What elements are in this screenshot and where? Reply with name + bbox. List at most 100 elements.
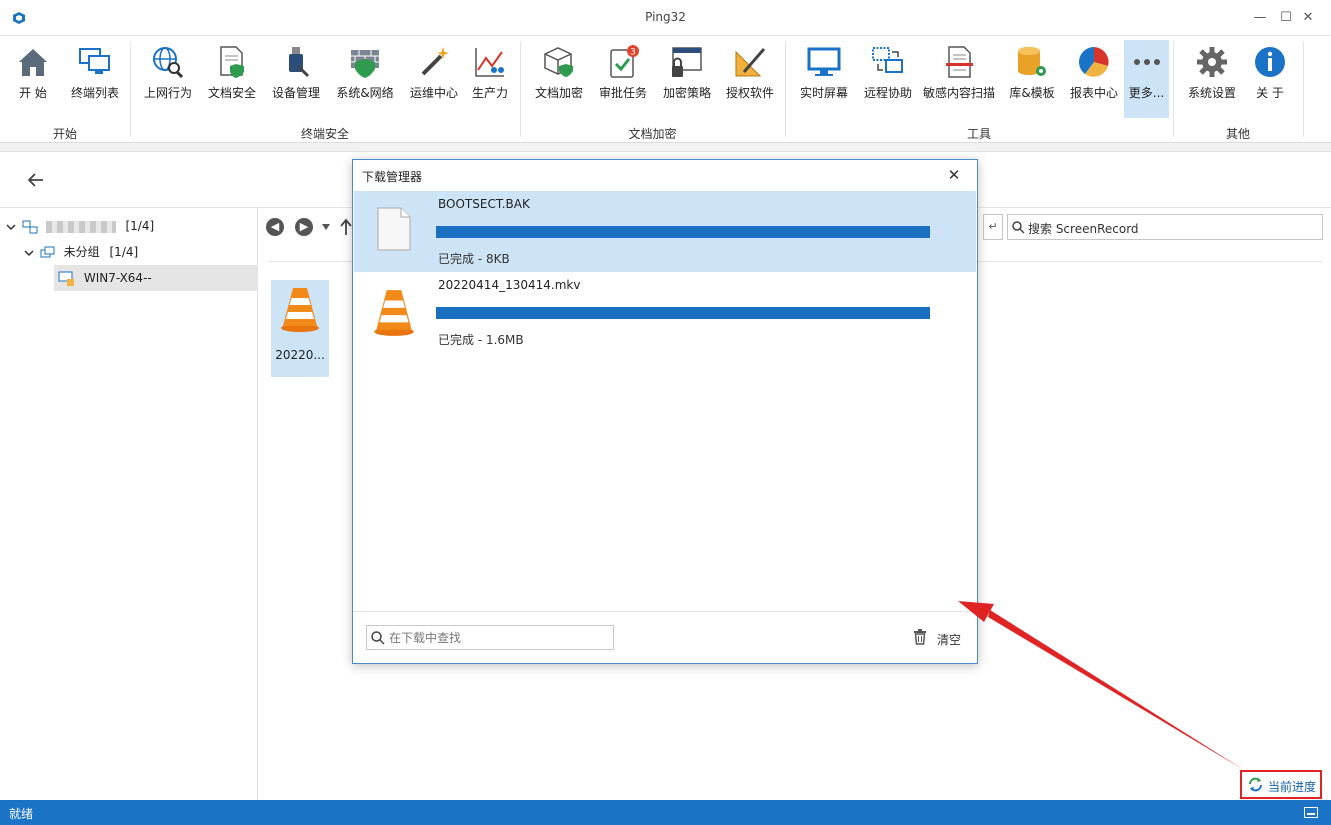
system-network-button[interactable]: 系统&网络: [334, 40, 396, 120]
remote-assist-button[interactable]: 远程协助: [860, 40, 916, 120]
chevron-down-icon[interactable]: [24, 248, 34, 258]
endpoint-list-label: 终端列表: [70, 86, 119, 100]
group-label-tools: 工具: [966, 127, 991, 141]
redacted-name: [45, 220, 116, 233]
authorized-software-label: 授权软件: [725, 86, 774, 100]
sync-icon: [1249, 777, 1262, 792]
download-item-name: 20220414_130414.mkv: [438, 278, 581, 292]
monitors-icon: [79, 48, 110, 74]
back-arrow-icon[interactable]: [26, 170, 46, 190]
start-label: 开 始: [19, 86, 47, 100]
system-network-label: 系统&网络: [336, 86, 394, 100]
current-progress-button[interactable]: 当前进度: [1240, 770, 1322, 799]
encrypt-policy-button[interactable]: 加密策略: [658, 40, 716, 120]
encrypt-policy-label: 加密策略: [662, 86, 711, 100]
globe-search-icon: [153, 47, 184, 79]
tree-computer-label: WIN7-X64--: [83, 271, 152, 285]
download-item-status: 已完成 - 8KB: [438, 252, 510, 266]
trash-icon: [914, 629, 926, 645]
pie-chart-icon: [1079, 47, 1109, 77]
ops-center-button[interactable]: 运维中心: [406, 40, 462, 120]
download-item-name: BOOTSECT.BAK: [438, 197, 530, 211]
search-icon: [1012, 221, 1025, 234]
more-button[interactable]: 更多...: [1124, 40, 1169, 118]
device-mgmt-button[interactable]: 设备管理: [268, 40, 324, 120]
productivity-button[interactable]: 生产力: [466, 40, 514, 120]
home-icon: [19, 49, 47, 76]
computer-icon: [58, 271, 74, 286]
group-label-start: 开始: [52, 127, 77, 141]
approval-label: 审批任务: [598, 86, 647, 100]
download-item[interactable]: 20220414_130414.mkv 已完成 - 1.6MB: [354, 272, 976, 353]
clipboard-check-icon: 3: [610, 45, 639, 78]
endpoint-list-button[interactable]: 终端列表: [64, 40, 126, 120]
line-chart-people-icon: [475, 48, 504, 77]
close-button[interactable]: ✕: [1296, 6, 1320, 30]
report-center-button[interactable]: 报表中心: [1064, 40, 1124, 120]
minimize-button[interactable]: —: [1248, 6, 1272, 30]
history-dropdown-icon[interactable]: [322, 224, 330, 230]
download-progress-bar: [436, 226, 930, 238]
library-template-label: 库&模板: [1009, 86, 1055, 100]
divider: [353, 611, 977, 612]
tree-group-ungrouped[interactable]: 未分组 [1/4]: [24, 239, 138, 265]
info-icon: [1255, 47, 1285, 77]
remote-desktop-icon: [872, 47, 903, 73]
browser-back-button[interactable]: ◀: [266, 218, 284, 236]
vlc-cone-icon: [281, 288, 319, 332]
sensitive-scan-label: 敏感内容扫描: [922, 86, 995, 100]
about-button[interactable]: 关 于: [1246, 40, 1294, 120]
start-button[interactable]: 开 始: [8, 40, 58, 120]
document-icon: [377, 207, 411, 251]
file-tile-recording[interactable]: 20220...: [271, 280, 329, 377]
more-dots-icon: [1133, 59, 1160, 65]
status-bar: 就绪: [0, 800, 1331, 825]
settings-button[interactable]: 系统设置: [1182, 40, 1242, 120]
download-item[interactable]: BOOTSECT.BAK 已完成 - 8KB: [354, 191, 976, 272]
notification-tray-icon[interactable]: [1304, 807, 1318, 818]
chevron-down-icon[interactable]: [6, 222, 16, 232]
group-label-doc-encryption: 文档加密: [628, 127, 677, 141]
download-progress-fill: [436, 226, 930, 238]
approval-button[interactable]: 3 审批任务: [596, 40, 650, 120]
document-shield-icon: [220, 46, 244, 78]
gear-icon: [1197, 47, 1227, 77]
sensitive-scan-button[interactable]: 敏感内容扫描: [920, 40, 998, 120]
file-search-label: 搜索 ScreenRecord: [1028, 222, 1139, 236]
tree-root-count: [1/4]: [125, 219, 155, 233]
ruler-pencil-icon: [735, 48, 766, 77]
file-search-box[interactable]: 搜索 ScreenRecord: [1007, 214, 1323, 240]
box-shield-icon: [544, 47, 573, 77]
more-label: 更多...: [1128, 86, 1165, 100]
web-behavior-button[interactable]: 上网行为: [140, 40, 196, 120]
file-tile-label: 20220...: [275, 348, 325, 362]
tree-root[interactable]: [1/4]: [6, 213, 154, 239]
dialog-close-button[interactable]: ✕: [945, 166, 963, 184]
group-separator: [520, 42, 521, 137]
group-separator: [785, 42, 786, 137]
network-icon: [22, 220, 38, 233]
browser-forward-button[interactable]: ▶: [295, 218, 313, 236]
refresh-button[interactable]: ↵: [983, 214, 1003, 240]
current-progress-label: 当前进度: [1268, 780, 1317, 794]
authorized-software-button[interactable]: 授权软件: [722, 40, 778, 120]
doc-security-label: 文档安全: [207, 86, 256, 100]
realtime-screen-label: 实时屏幕: [799, 86, 848, 100]
tree-computer-win7[interactable]: WIN7-X64--: [54, 265, 258, 291]
realtime-screen-button[interactable]: 实时屏幕: [795, 40, 853, 120]
group-label-other: 其他: [1225, 127, 1250, 141]
library-template-button[interactable]: 库&模板: [1004, 40, 1060, 120]
download-search-box[interactable]: [366, 625, 614, 650]
doc-encrypt-button[interactable]: 文档加密: [530, 40, 588, 120]
maximize-button[interactable]: ☐: [1274, 6, 1298, 30]
download-item-status: 已完成 - 1.6MB: [438, 333, 524, 347]
group-separator: [1303, 42, 1304, 137]
device-mgmt-label: 设备管理: [271, 86, 320, 100]
document-scan-icon: [946, 46, 973, 78]
magic-wand-icon: [421, 47, 449, 76]
download-search-input[interactable]: [389, 629, 609, 646]
doc-security-button[interactable]: 文档安全: [204, 40, 260, 120]
title-bar: Ping32 — ☐ ✕: [0, 0, 1331, 36]
up-arrow-icon[interactable]: [340, 218, 352, 236]
firewall-shield-icon: [351, 50, 379, 78]
